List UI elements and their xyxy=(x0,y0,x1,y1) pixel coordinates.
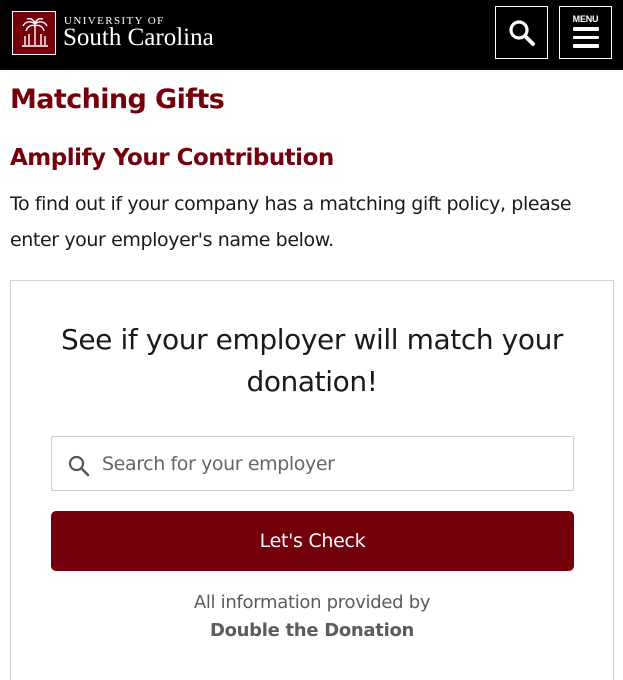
top-header-bar: UNIVERSITY OF South Carolina MENU xyxy=(0,0,623,70)
lets-check-button[interactable]: Let's Check xyxy=(51,511,574,571)
page-title: Matching Gifts xyxy=(10,84,225,115)
search-icon xyxy=(509,20,535,46)
provider-name[interactable]: Double the Donation xyxy=(31,620,593,641)
matching-gift-widget: See if your employer will match your don… xyxy=(10,280,614,680)
provided-by-text: All information provided by xyxy=(193,592,431,613)
search-icon xyxy=(68,455,90,477)
employer-search-input[interactable] xyxy=(102,437,562,490)
brand-name[interactable]: South Carolina xyxy=(63,24,214,52)
menu-button[interactable]: MENU xyxy=(559,6,612,59)
intro-paragraph: To find out if your company has a matchi… xyxy=(10,193,572,251)
employer-search-field[interactable] xyxy=(51,436,574,491)
menu-label: MENU xyxy=(572,14,599,24)
palmetto-tree-logo-icon[interactable] xyxy=(12,11,56,55)
search-button[interactable] xyxy=(495,6,548,59)
widget-heading: See if your employer will match your don… xyxy=(60,323,564,398)
section-subheading: Amplify Your Contribution xyxy=(10,145,334,171)
hamburger-icon xyxy=(573,27,599,53)
